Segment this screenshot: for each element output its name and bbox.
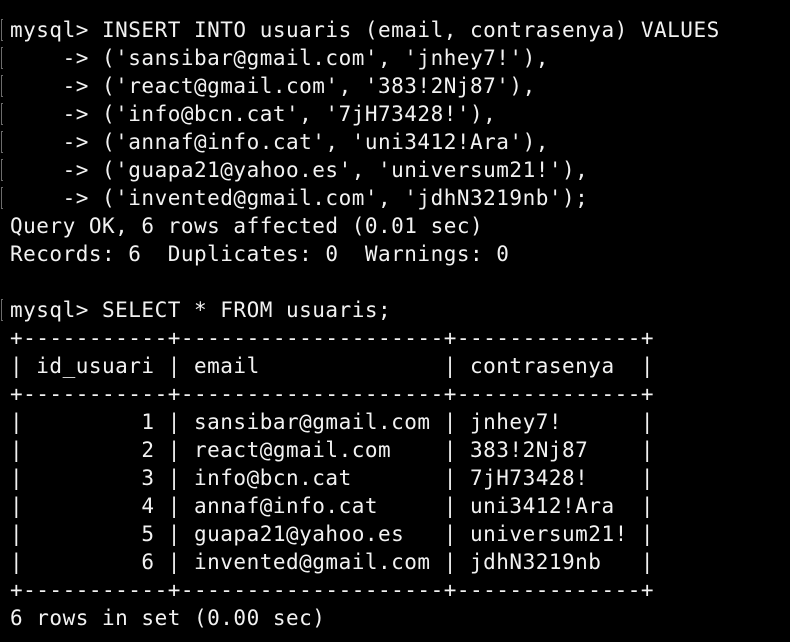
table-border-line: +-----------+--------------------+------…	[0, 324, 790, 352]
terminal-line: -> ('react@gmail.com', '383!2Nj87'),	[0, 72, 790, 100]
terminal-line: -> ('info@bcn.cat', '7jH73428!'),	[0, 100, 790, 128]
terminal-line: -> ('annaf@info.cat', 'uni3412!Ara'),	[0, 128, 790, 156]
table-row-line: | 3 | info@bcn.cat | 7jH73428! |	[0, 464, 790, 492]
table-row-line: | 5 | guapa21@yahoo.es | universum21! |	[0, 520, 790, 548]
prompt-marker	[1, 75, 3, 97]
terminal-line: -> ('invented@gmail.com', 'jdhN3219nb');	[0, 184, 790, 212]
terminal-window[interactable]: mysql> INSERT INTO usuaris (email, contr…	[0, 0, 790, 642]
table-row-line: | 6 | invented@gmail.com | jdhN3219nb |	[0, 548, 790, 576]
terminal-line-text: -> ('react@gmail.com', '383!2Nj87'),	[10, 74, 536, 98]
terminal-line: Records: 6 Duplicates: 0 Warnings: 0	[0, 240, 790, 268]
terminal-line-text: | id_usuari | email | contrasenya |	[10, 354, 655, 378]
terminal-line-text: +-----------+--------------------+------…	[10, 326, 655, 350]
terminal-line-text: 6 rows in set (0.00 sec)	[10, 606, 326, 630]
terminal-line: Query OK, 6 rows affected (0.01 sec)	[0, 212, 790, 240]
terminal-line-text: +-----------+--------------------+------…	[10, 382, 655, 406]
terminal-line-text: -> ('guapa21@yahoo.es', 'universum21!'),	[10, 158, 589, 182]
prompt-marker	[1, 299, 3, 321]
terminal-line-text: mysql> SELECT * FROM usuaris;	[10, 298, 392, 322]
prompt-marker	[1, 159, 3, 181]
table-row-line: | 1 | sansibar@gmail.com | jnhey7! |	[0, 408, 790, 436]
terminal-line-text: +-----------+--------------------+------…	[10, 578, 655, 602]
prompt-marker	[1, 131, 3, 153]
table-header-line: | id_usuari | email | contrasenya |	[0, 352, 790, 380]
terminal-line-text: | 5 | guapa21@yahoo.es | universum21! |	[10, 522, 655, 546]
terminal-line-text: -> ('invented@gmail.com', 'jdhN3219nb');	[10, 186, 589, 210]
terminal-line: -> ('guapa21@yahoo.es', 'universum21!'),	[0, 156, 790, 184]
terminal-line-text: Records: 6 Duplicates: 0 Warnings: 0	[10, 242, 510, 266]
terminal-line: -> ('sansibar@gmail.com', 'jnhey7!'),	[0, 44, 790, 72]
prompt-marker	[1, 103, 3, 125]
prompt-marker	[1, 187, 3, 209]
terminal-line-text: | 1 | sansibar@gmail.com | jnhey7! |	[10, 410, 655, 434]
table-row-line: | 2 | react@gmail.com | 383!2Nj87 |	[0, 436, 790, 464]
prompt-marker	[1, 47, 3, 69]
table-border-line: +-----------+--------------------+------…	[0, 576, 790, 604]
terminal-line-text: mysql> INSERT INTO usuaris (email, contr…	[10, 18, 720, 42]
terminal-line-text: | 2 | react@gmail.com | 383!2Nj87 |	[10, 438, 655, 462]
prompt-marker	[1, 19, 3, 41]
terminal-line-text: | 3 | info@bcn.cat | 7jH73428! |	[10, 466, 655, 490]
terminal-line-text: | 6 | invented@gmail.com | jdhN3219nb |	[10, 550, 655, 574]
terminal-line-text: -> ('annaf@info.cat', 'uni3412!Ara'),	[10, 130, 549, 154]
terminal-line-text: | 4 | annaf@info.cat | uni3412!Ara |	[10, 494, 655, 518]
terminal-line-text: Query OK, 6 rows affected (0.01 sec)	[10, 214, 484, 238]
terminal-line: mysql> INSERT INTO usuaris (email, contr…	[0, 16, 790, 44]
terminal-line-text: -> ('sansibar@gmail.com', 'jnhey7!'),	[10, 46, 549, 70]
terminal-line: mysql> SELECT * FROM usuaris;	[0, 296, 790, 324]
terminal-line-text: -> ('info@bcn.cat', '7jH73428!'),	[10, 102, 497, 126]
terminal-line: 6 rows in set (0.00 sec)	[0, 604, 790, 632]
table-border-line: +-----------+--------------------+------…	[0, 380, 790, 408]
table-row-line: | 4 | annaf@info.cat | uni3412!Ara |	[0, 492, 790, 520]
